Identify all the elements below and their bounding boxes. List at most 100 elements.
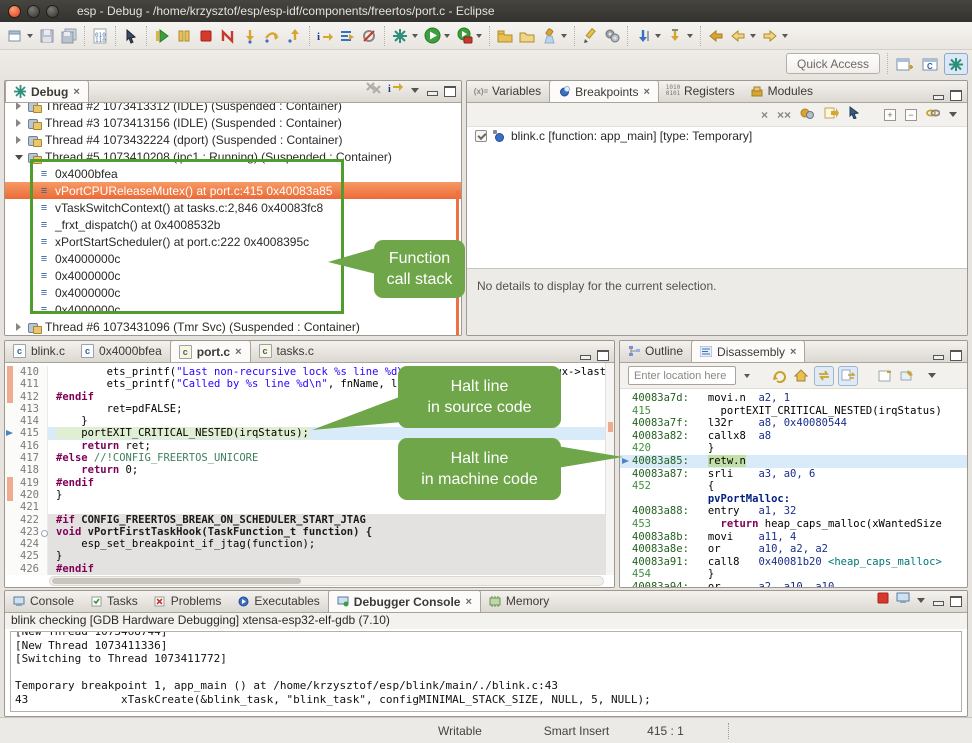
external-tools-dropdown-icon[interactable]	[476, 34, 482, 38]
remove-all-breakpoints-icon[interactable]: ××	[777, 108, 791, 122]
refresh-icon[interactable]	[770, 365, 788, 387]
view-menu-icon[interactable]	[949, 112, 957, 117]
pointer-button[interactable]	[120, 25, 142, 47]
disassembly-line[interactable]: 40083a87: srli a3, a0, 6	[620, 468, 967, 481]
disassembly-line[interactable]: 40083a7f: l32r a8, 0x40080544	[620, 417, 967, 430]
maximize-view-icon[interactable]	[950, 350, 961, 359]
editor-line[interactable]: 421	[5, 501, 614, 513]
editor-hscrollbar[interactable]	[49, 576, 604, 586]
open-element-button[interactable]	[494, 25, 516, 47]
disassembly-line[interactable]: 453 return heap_caps_malloc(xWantedSize	[620, 518, 967, 531]
debug-dropdown-icon[interactable]	[412, 34, 418, 38]
tab-modules[interactable]: Modules	[743, 80, 821, 102]
terminate-button[interactable]	[195, 25, 217, 47]
binary-file-button[interactable]: 010110	[89, 25, 111, 47]
new-button[interactable]	[4, 25, 26, 47]
open-resource-button[interactable]	[516, 25, 538, 47]
link-with-debug-icon[interactable]	[848, 106, 860, 124]
minimize-view-icon[interactable]	[426, 86, 437, 95]
tab-executables[interactable]: Executables	[229, 590, 327, 612]
save-button[interactable]	[36, 25, 58, 47]
view-menu-icon[interactable]	[411, 88, 419, 93]
tab-console[interactable]: Console	[5, 590, 82, 612]
disassembly-line[interactable]: 454 }	[620, 568, 967, 581]
home-icon[interactable]	[792, 365, 810, 387]
disassembly-line[interactable]: 415 portEXIT_CRITICAL_NESTED(irqStatus)	[620, 405, 967, 418]
scrollbar-thumb[interactable]	[52, 578, 301, 584]
tab-memory[interactable]: Memory	[481, 590, 557, 612]
tab-problems[interactable]: Problems	[146, 590, 230, 612]
pin-view-icon[interactable]	[898, 365, 916, 387]
step-over-button[interactable]	[261, 25, 283, 47]
debug-star-button[interactable]	[389, 25, 411, 47]
save-all-button[interactable]	[58, 25, 80, 47]
close-icon[interactable]: ×	[644, 86, 650, 98]
disassembly-line[interactable]: 40083a85: retw.n	[620, 455, 967, 468]
maximize-view-icon[interactable]	[950, 596, 961, 605]
suspend-button[interactable]	[173, 25, 195, 47]
close-icon[interactable]: ×	[790, 346, 796, 358]
disassembly-listing[interactable]: 40083a7d: movi.n a2, 1415 portEXIT_CRITI…	[620, 390, 967, 587]
editor-line[interactable]: 425}	[5, 550, 614, 562]
debug-thread-row[interactable]: Thread #3 1073413156 (IDLE) (Suspended :…	[5, 114, 461, 131]
step-return-button[interactable]	[283, 25, 305, 47]
disassembly-line[interactable]: 40083a94: or a2, a10, a10	[620, 581, 967, 587]
disassembly-line[interactable]: 40083a7d: movi.n a2, 1	[620, 392, 967, 405]
import-dropdown-icon[interactable]	[655, 34, 661, 38]
last-edit-location-button[interactable]	[705, 25, 727, 47]
expand-icon[interactable]	[15, 323, 23, 331]
disassembly-line[interactable]: 452 {	[620, 480, 967, 493]
go-to-file-icon[interactable]	[824, 106, 839, 124]
terminate-console-icon[interactable]	[877, 591, 889, 609]
minimize-view-icon[interactable]	[579, 350, 590, 359]
disassembly-line[interactable]: 420 }	[620, 442, 967, 455]
build-gears-button[interactable]	[601, 25, 623, 47]
close-icon[interactable]: ×	[73, 86, 79, 98]
debug-thread-row[interactable]: Thread #2 1073413312 (IDLE) (Suspended :…	[5, 103, 461, 114]
skip-breakpoints-button[interactable]	[358, 25, 380, 47]
close-icon[interactable]: ×	[235, 346, 241, 358]
fold-marker-icon[interactable]	[41, 530, 48, 537]
external-tools-button[interactable]	[453, 25, 475, 47]
instruction-stepping-mode-icon[interactable]: i	[388, 81, 404, 99]
quick-access-button[interactable]: Quick Access	[786, 53, 880, 74]
tab-tasks[interactable]: Tasks	[82, 590, 146, 612]
instruction-stepping-button[interactable]: i	[314, 25, 336, 47]
debug-thread-row[interactable]: Thread #4 1073432224 (dport) (Suspended …	[5, 131, 461, 148]
maximize-view-icon[interactable]	[444, 86, 455, 95]
c-perspective-button[interactable]: C	[918, 53, 942, 75]
tab-debugger-console[interactable]: Debugger Console ×	[328, 590, 481, 612]
minimize-view-icon[interactable]	[932, 596, 943, 605]
view-menu-icon[interactable]	[928, 373, 936, 378]
expand-icon[interactable]	[15, 103, 23, 110]
disassembly-line[interactable]: 40083a82: callx8 a8	[620, 430, 967, 443]
back-button[interactable]	[727, 25, 749, 47]
collapse-icon[interactable]	[15, 153, 23, 161]
disassembly-line[interactable]: 40083a91: call8 0x40081b20 <heap_caps_ma…	[620, 556, 967, 569]
tab-tasks-c[interactable]: c tasks.c	[251, 340, 322, 362]
tab-disassembly[interactable]: Disassembly ×	[691, 340, 805, 362]
show-breakpoints-supported-icon[interactable]	[800, 106, 815, 124]
run-button[interactable]	[421, 25, 443, 47]
minimize-view-icon[interactable]	[932, 90, 943, 99]
tab-registers[interactable]: 10100101 Registers	[659, 80, 743, 102]
close-icon[interactable]: ×	[465, 596, 471, 608]
back-dropdown-icon[interactable]	[750, 34, 756, 38]
open-perspective-button[interactable]	[892, 53, 916, 75]
step-into-button[interactable]	[239, 25, 261, 47]
new-dropdown-icon[interactable]	[27, 34, 33, 38]
location-dropdown-button[interactable]	[740, 366, 754, 385]
minimize-view-icon[interactable]	[932, 350, 943, 359]
location-input[interactable]: Enter location here	[628, 366, 736, 385]
editor-line[interactable]: 426#endif	[5, 563, 614, 575]
debug-perspective-button[interactable]	[944, 53, 968, 75]
run-dropdown-icon[interactable]	[444, 34, 450, 38]
next-annotation-dropdown-icon[interactable]	[687, 34, 693, 38]
tab-port-c[interactable]: c port.c ×	[170, 340, 251, 362]
show-source-toggle[interactable]	[838, 366, 858, 386]
tab-debug[interactable]: Debug ×	[5, 80, 89, 102]
display-console-icon[interactable]	[896, 591, 910, 609]
disassembly-line[interactable]: 40083a8b: movi a11, 4	[620, 531, 967, 544]
search-button[interactable]	[538, 25, 560, 47]
next-annotation-button[interactable]	[664, 25, 686, 47]
